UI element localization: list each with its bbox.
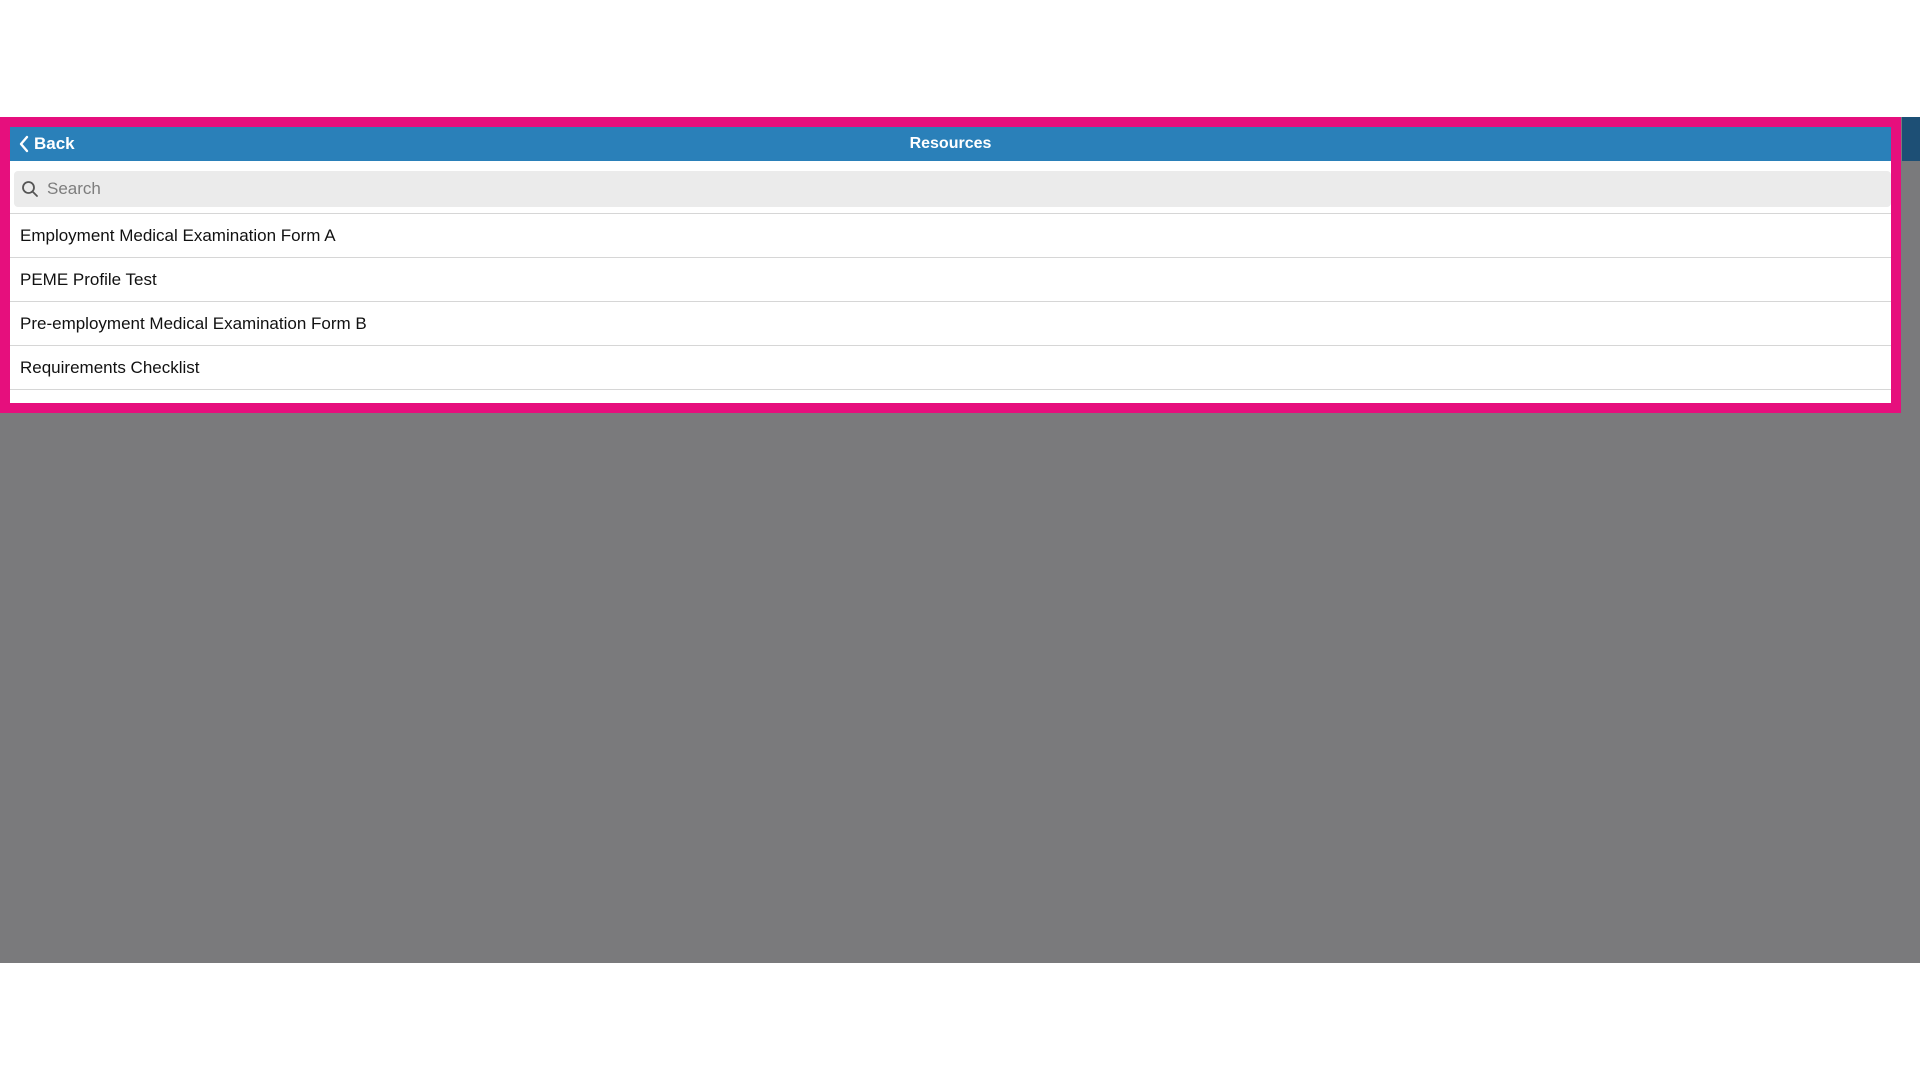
background-app-edge <box>1902 117 1920 161</box>
search-icon <box>19 178 41 200</box>
back-label: Back <box>34 134 75 153</box>
resource-list: Employment Medical Examination Form A PE… <box>10 213 1891 390</box>
list-item[interactable]: Employment Medical Examination Form A <box>10 213 1891 257</box>
list-item[interactable]: Requirements Checklist <box>10 345 1891 390</box>
navigation-bar: Resources Back <box>10 127 1891 161</box>
app-frame: Resources Back Search Employment Medical… <box>0 117 1920 963</box>
list-item[interactable]: PEME Profile Test <box>10 257 1891 301</box>
search-bar <box>10 161 1891 213</box>
chevron-left-icon <box>18 135 30 153</box>
back-button[interactable]: Back <box>18 127 75 161</box>
search-box[interactable] <box>14 171 1891 207</box>
list-item[interactable]: Pre-employment Medical Examination Form … <box>10 301 1891 345</box>
resources-panel: Resources Back Search Employment Medical… <box>0 117 1901 413</box>
search-input[interactable] <box>45 178 1739 200</box>
page-title: Resources <box>909 135 992 152</box>
